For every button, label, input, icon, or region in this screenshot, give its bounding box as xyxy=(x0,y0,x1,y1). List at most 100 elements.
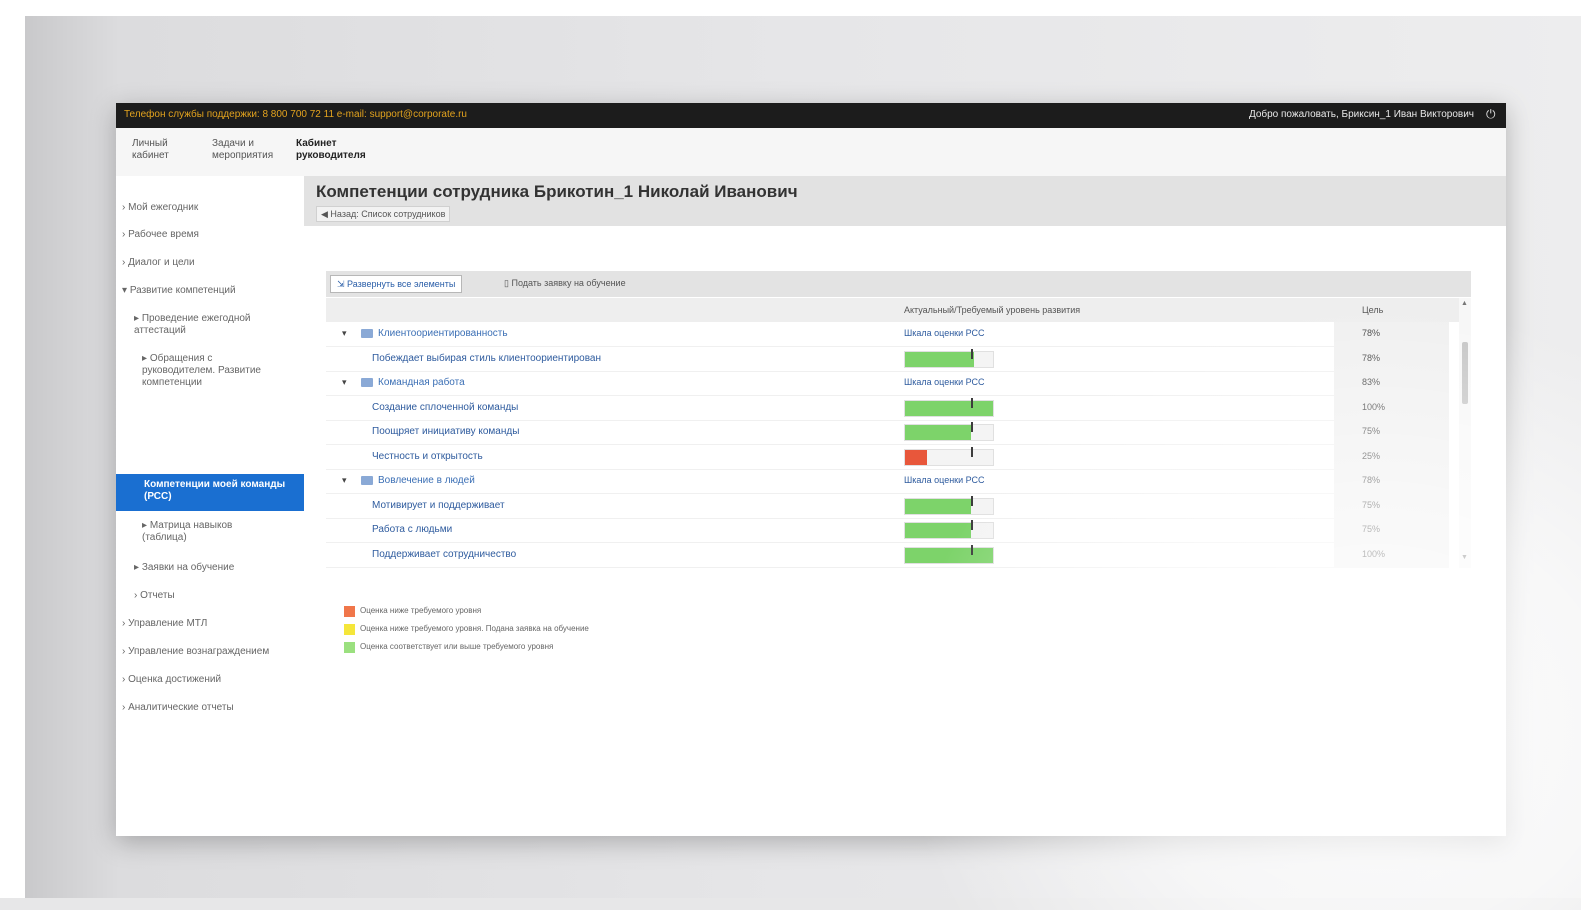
competence-percent: 100% xyxy=(1362,548,1386,559)
sidebar-item-competence-development[interactable]: ▾ Развитие компетенций xyxy=(122,285,236,297)
sidebar-item-analytics[interactable]: › Аналитические отчеты xyxy=(122,702,234,714)
required-level-marker xyxy=(971,520,973,530)
background-left xyxy=(0,0,25,910)
expand-caret-icon[interactable]: ▾ xyxy=(342,328,347,339)
background-bottom xyxy=(0,898,1581,910)
competence-table: ▾ Клиентоориентированность Шкала оценки РС… xyxy=(326,322,1446,568)
sidebar-item-mtl-management[interactable]: › Управление МТЛ xyxy=(122,618,207,630)
competence-row[interactable]: Мотивирует и поддерживает 75% xyxy=(326,494,1446,519)
competence-name[interactable]: Работа с людьми xyxy=(372,524,452,535)
competence-group-row[interactable]: ▾ Клиентоориентированность Шкала оценки РС… xyxy=(326,322,1446,347)
sidebar-item-training-requests[interactable]: ▸ Заявки на обучение xyxy=(134,562,234,574)
competence-row[interactable]: Работа с людьми 75% xyxy=(326,518,1446,543)
competence-row[interactable]: Поощряет инициативу команды 75% xyxy=(326,420,1446,445)
required-level-marker xyxy=(971,397,973,408)
welcome-user-link[interactable]: Добро пожаловать, Бриксин_1 Иван Викторо… xyxy=(1249,109,1474,120)
competence-row[interactable]: Поддерживает сотрудничество 100% xyxy=(326,543,1446,568)
folder-icon xyxy=(361,378,373,387)
competence-percent: 75% xyxy=(1362,524,1381,534)
competence-percent: 75% xyxy=(1362,499,1381,510)
sidebar-item-dialog-goals[interactable]: › Диалог и цели xyxy=(122,257,195,269)
toolbar: ⇲ Развернуть все элементы ▯ Подать заявк… xyxy=(326,271,1471,297)
competence-name[interactable]: Клиентоориентированность xyxy=(378,328,508,339)
scroll-up-icon[interactable]: ▲ xyxy=(1461,300,1468,307)
scale-link[interactable]: Шкала оценки РСС xyxy=(904,328,985,338)
level-bar-fill xyxy=(905,425,971,440)
level-bar-fill xyxy=(905,449,927,465)
sidebar-item-team-competencies[interactable]: Компетенции моей команды (РСС) xyxy=(116,474,304,511)
competence-row[interactable]: Честность и открытость 25% xyxy=(326,445,1446,470)
legend-swatch-yellow xyxy=(344,624,355,635)
competence-percent: 75% xyxy=(1362,426,1381,436)
scale-link[interactable]: Шкала оценки РСС xyxy=(904,377,985,387)
tab-manager-cabinet[interactable]: Кабинет руководителя xyxy=(296,138,386,162)
competence-name[interactable]: Побеждает выбирая стиль клиентоориентиро… xyxy=(372,353,601,364)
level-bar xyxy=(904,495,994,515)
table-header: Актуальный/Требуемый уровень развития Це… xyxy=(326,298,1471,322)
level-bar xyxy=(904,348,994,368)
level-bar xyxy=(904,520,994,539)
competence-name[interactable]: Честность и открытость xyxy=(372,451,483,462)
expand-caret-icon[interactable]: ▾ xyxy=(342,475,347,486)
page-header: Компетенции сотрудника Брикотин_1 Никола… xyxy=(304,176,1506,226)
required-level-marker xyxy=(971,348,973,359)
level-bar-fill xyxy=(905,498,971,514)
competence-percent: 83% xyxy=(1362,377,1381,387)
scroll-down-icon[interactable]: ▼ xyxy=(1461,554,1468,561)
document-icon: ▯ xyxy=(504,278,509,288)
level-bar xyxy=(904,544,994,564)
sidebar-item-reward-management[interactable]: › Управление вознаграждением xyxy=(122,646,269,658)
legend-swatch-red xyxy=(344,606,355,617)
back-button[interactable]: ◀ Назад: Список сотрудников xyxy=(316,206,451,222)
competence-name[interactable]: Вовлечение в людей xyxy=(378,475,475,486)
tab-tasks[interactable]: Задачи и мероприятия xyxy=(212,138,282,162)
sidebar: › Мой ежегодник › Рабочее время › Диалог… xyxy=(116,176,304,836)
competence-percent: 78% xyxy=(1362,352,1381,363)
tab-personal-cabinet[interactable]: Личный кабинет xyxy=(132,138,192,162)
app-window: Телефон службы поддержки: 8 800 700 72 1… xyxy=(116,103,1506,836)
background-top xyxy=(0,0,1581,16)
required-level-marker xyxy=(971,495,973,506)
scrollbar-thumb[interactable] xyxy=(1462,342,1468,404)
required-level-marker xyxy=(971,422,973,432)
page-title: Компетенции сотрудника Брикотин_1 Никола… xyxy=(316,182,798,201)
competence-percent: 25% xyxy=(1362,450,1381,461)
sidebar-item-reports[interactable]: › Отчеты xyxy=(134,590,175,602)
competence-percent: 78% xyxy=(1362,328,1381,338)
table-scrollbar[interactable]: ▲ ▼ xyxy=(1459,298,1471,568)
sidebar-item-skills-matrix[interactable]: ▸ Матрица навыков (таблица) xyxy=(142,520,272,544)
scale-link[interactable]: Шкала оценки РСС xyxy=(904,475,985,485)
column-header-level: Актуальный/Требуемый уровень развития xyxy=(904,305,1081,315)
competence-row[interactable]: Создание сплоченной команды 100% xyxy=(326,396,1446,421)
folder-icon xyxy=(361,476,373,485)
level-bar xyxy=(904,446,994,466)
main-nav: Личный кабинет Задачи и мероприятия Каби… xyxy=(116,128,1506,177)
competence-name[interactable]: Поддерживает сотрудничество xyxy=(372,549,516,560)
required-level-marker xyxy=(971,544,973,555)
competence-percent: 100% xyxy=(1362,401,1386,412)
competence-row[interactable]: Побеждает выбирая стиль клиентоориентиро… xyxy=(326,347,1446,372)
power-icon[interactable]: ⏻ xyxy=(1486,108,1498,120)
support-phone-text: Телефон службы поддержки: 8 800 700 72 1… xyxy=(124,109,467,120)
training-request-button[interactable]: ▯ Подать заявку на обучение xyxy=(498,275,632,291)
competence-name[interactable]: Поощряет инициативу команды xyxy=(372,426,519,437)
level-bar-fill xyxy=(905,400,993,416)
competence-name[interactable]: Мотивирует и поддерживает xyxy=(372,500,505,511)
level-bar-fill xyxy=(905,523,971,538)
sidebar-item-yearbook[interactable]: › Мой ежегодник xyxy=(122,202,198,214)
sidebar-item-achievements[interactable]: › Оценка достижений xyxy=(122,674,221,686)
competence-percent: 78% xyxy=(1362,475,1381,485)
expand-all-button[interactable]: ⇲ Развернуть все элементы xyxy=(330,275,463,293)
sidebar-item-work-time[interactable]: › Рабочее время xyxy=(122,229,199,241)
level-bar xyxy=(904,397,994,417)
competence-group-row[interactable]: ▾ Вовлечение в людей Шкала оценки РСС 78% xyxy=(326,469,1446,494)
sidebar-item-manager-requests[interactable]: ▸ Обращения с руководителем. Развитие ко… xyxy=(142,353,282,389)
level-bar-fill xyxy=(905,351,974,367)
sidebar-item-annual-attestation[interactable]: ▸ Проведение ежегодной аттестаций xyxy=(134,313,284,337)
competence-group-row[interactable]: ▾ Командная работа Шкала оценки РСС 83% xyxy=(326,371,1446,396)
competence-name[interactable]: Создание сплоченной команды xyxy=(372,402,518,413)
expand-caret-icon[interactable]: ▾ xyxy=(342,377,347,388)
required-level-marker xyxy=(971,446,973,457)
column-header-percent: Цель xyxy=(1362,305,1384,315)
competence-name[interactable]: Командная работа xyxy=(378,377,465,388)
